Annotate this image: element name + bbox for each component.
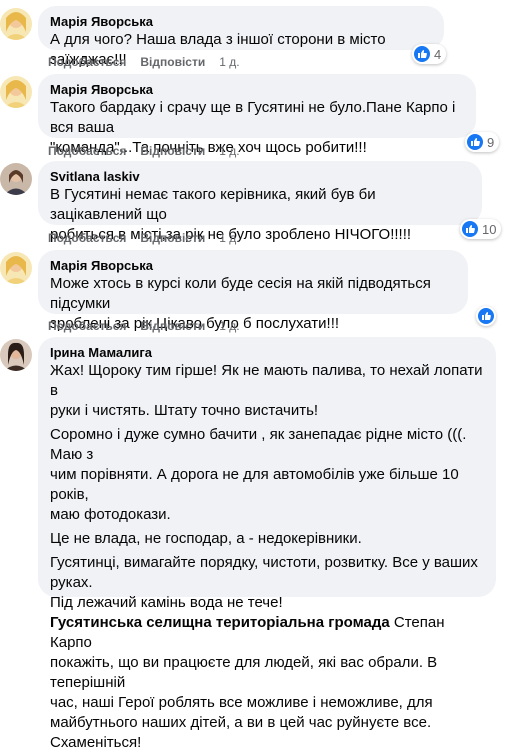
comment-author[interactable]: Марія Яворська	[50, 257, 456, 274]
comment-line: Такого бардаку і срачу ще в Гусятині не …	[50, 99, 456, 136]
comment-line: покажіть, що ви працюєте для людей, які …	[50, 654, 438, 691]
comment-bubble: Марія Яворська Може хтось в курсі коли б…	[38, 250, 468, 332]
user-avatar-yellow-icon	[0, 8, 32, 40]
reaction-count[interactable]: 4	[412, 44, 447, 64]
comment-actions: Подобається Відповісти 1 д.	[48, 143, 254, 159]
timestamp[interactable]: 1 д.	[219, 319, 239, 333]
comment-author[interactable]: Ірина Мамалига	[50, 344, 484, 361]
comment-line: Це не влада, не господар, а - недокерівн…	[50, 530, 362, 547]
user-avatar-yellow-icon	[0, 252, 32, 284]
comment-line: час, наші Герої роблять все можливе і не…	[50, 694, 433, 711]
comment-line: Під лежачий камінь вода не тече!	[50, 594, 283, 611]
avatar[interactable]	[0, 252, 32, 284]
comment-line: Соромно і дуже сумно бачити , як занепад…	[50, 426, 467, 463]
reaction-number: 9	[487, 134, 495, 150]
comment-line: руки і чистять. Штату точно вистачить!	[50, 402, 319, 419]
comment-author[interactable]: Марія Яворська	[50, 81, 464, 98]
avatar[interactable]	[0, 163, 32, 195]
comment-bubble: Марія Яворська Такого бардаку і срачу ще…	[38, 74, 476, 156]
comment-bubble: Ірина Мамалига Жах! Щороку тим гірше! Як…	[38, 337, 496, 751]
like-icon	[478, 308, 494, 324]
comment-line: В Гусятині немає такого керівника, який …	[50, 186, 376, 223]
reply-button[interactable]: Відповісти	[140, 231, 205, 245]
comment-line: Може хтось в курсі коли буде сесія на як…	[50, 275, 431, 312]
reaction-number: 4	[434, 46, 442, 62]
comment-author[interactable]: Svitlana laskiv	[50, 168, 470, 185]
timestamp[interactable]: 1 д.	[219, 55, 239, 69]
reaction-count[interactable]	[476, 306, 496, 326]
reply-button[interactable]: Відповісти	[140, 319, 205, 333]
comment-line: чим порівняти. А дорога не для автомобіл…	[50, 466, 459, 503]
comment-line: майбутнього наших дітей, а ви в цей час …	[50, 714, 432, 751]
avatar[interactable]	[0, 76, 32, 108]
comment-line: Гусятинці, вимагайте порядку, чистоти, р…	[50, 554, 478, 591]
mention-link[interactable]: Гусятинська селищна територіальна громад…	[50, 614, 390, 631]
like-button[interactable]: Подобається	[48, 144, 126, 158]
avatar[interactable]	[0, 8, 32, 40]
comment-line: маю фотодокази.	[50, 506, 171, 523]
like-icon	[414, 46, 430, 62]
avatar[interactable]	[0, 339, 32, 371]
reply-button[interactable]: Відповісти	[140, 55, 205, 69]
like-button[interactable]: Подобається	[48, 231, 126, 245]
comment-bubble: Марія Яворська А для чого? Наша влада з …	[38, 6, 444, 68]
like-button[interactable]: Подобається	[48, 55, 126, 69]
comment-bubble: Svitlana laskiv В Гусятині немає такого …	[38, 161, 482, 243]
comment-author[interactable]: Марія Яворська	[50, 13, 432, 30]
like-icon	[462, 221, 478, 237]
user-avatar-dark-icon	[0, 339, 32, 371]
user-avatar-yellow-icon	[0, 76, 32, 108]
reaction-count[interactable]: 9	[465, 132, 500, 152]
comment-text: Жах! Щороку тим гірше! Як не мають палив…	[50, 361, 484, 753]
comment-line: Жах! Щороку тим гірше! Як не мають палив…	[50, 362, 483, 399]
reaction-count[interactable]: 10	[460, 219, 502, 239]
like-icon	[467, 134, 483, 150]
comment-actions: Подобається Відповісти 1 д.	[48, 54, 254, 70]
comment-actions: Подобається Відповісти 1 д.	[48, 230, 254, 246]
reply-button[interactable]: Відповісти	[140, 144, 205, 158]
user-avatar-photo-icon	[0, 163, 32, 195]
like-button[interactable]: Подобається	[48, 319, 126, 333]
comment-actions: Подобається Відповісти 1 д.	[48, 318, 254, 334]
timestamp[interactable]: 1 д.	[219, 231, 239, 245]
reaction-number: 10	[482, 221, 497, 237]
comment-line: Гусятинська селищна територіальна громад…	[50, 613, 484, 653]
timestamp[interactable]: 1 д.	[219, 144, 239, 158]
